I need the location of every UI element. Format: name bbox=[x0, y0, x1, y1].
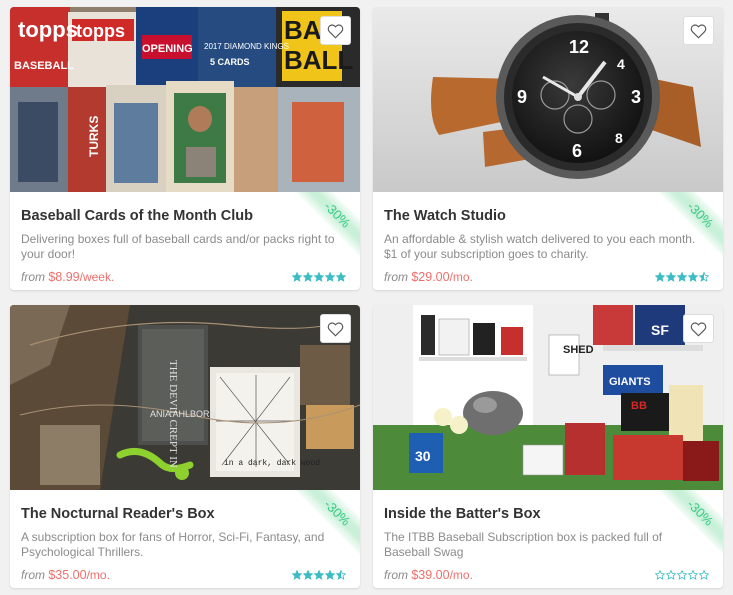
card-body: The Watch Studio An affordable & stylish… bbox=[384, 192, 709, 290]
favorite-button[interactable] bbox=[683, 16, 714, 45]
watch-numeral: 3 bbox=[631, 87, 641, 107]
card-body: Baseball Cards of the Month Club Deliver… bbox=[21, 192, 346, 290]
star-half-icon bbox=[699, 272, 709, 282]
product-price: from $39.00/mo. bbox=[384, 568, 473, 582]
baseball-cards-photo[interactable]: topps topps BASEBALL OPENING 2017 DIAMON… bbox=[10, 7, 360, 192]
star-rating bbox=[292, 272, 346, 282]
product-logo-text: BB bbox=[631, 400, 647, 412]
baseball-cards-illustration: topps topps BASEBALL OPENING 2017 DIAMON… bbox=[10, 7, 360, 192]
price-period: /mo. bbox=[449, 270, 473, 284]
books-illustration: THE DEVIL CREPT IN ANIA AHLBORN in a dar… bbox=[10, 305, 360, 490]
star-full-icon bbox=[336, 272, 346, 282]
star-empty-icon bbox=[666, 570, 676, 580]
heart-icon bbox=[327, 23, 344, 39]
baseball-gear-illustration: SHED GIANTS SF 30 BB bbox=[373, 305, 723, 490]
price-period: /mo. bbox=[449, 568, 473, 582]
product-card[interactable]: 12 3 9 6 4 8 -30% The Watch Studio An af… bbox=[373, 7, 723, 290]
card-logo-text: BASEBALL bbox=[14, 60, 74, 72]
star-rating bbox=[655, 570, 709, 580]
book-author-text: ANIA AHLBORN bbox=[150, 409, 216, 419]
star-empty-icon bbox=[699, 570, 709, 580]
product-card[interactable]: THE DEVIL CREPT IN ANIA AHLBORN in a dar… bbox=[10, 305, 360, 588]
star-full-icon bbox=[325, 272, 335, 282]
star-rating bbox=[292, 570, 346, 580]
book-title-text: in a dark, dark wood bbox=[224, 459, 320, 468]
wristwatch-photo[interactable]: 12 3 9 6 4 8 bbox=[373, 7, 723, 192]
star-empty-icon bbox=[688, 570, 698, 580]
product-logo-text: 30 bbox=[415, 448, 431, 464]
favorite-button[interactable] bbox=[320, 16, 351, 45]
price-period: /mo. bbox=[86, 568, 110, 582]
product-card[interactable]: SHED GIANTS SF 30 BB -30% Inside the Bat… bbox=[373, 305, 723, 588]
product-title[interactable]: The Watch Studio bbox=[384, 208, 506, 224]
product-price: from $35.00/mo. bbox=[21, 568, 110, 582]
product-title[interactable]: Baseball Cards of the Month Club bbox=[21, 208, 253, 224]
star-full-icon bbox=[314, 570, 324, 580]
price-amount: $39.00 bbox=[411, 568, 450, 582]
star-full-icon bbox=[325, 570, 335, 580]
star-empty-icon bbox=[655, 570, 665, 580]
product-price: from $8.99/week. bbox=[21, 270, 114, 284]
price-amount: $29.00 bbox=[411, 270, 450, 284]
star-full-icon bbox=[688, 272, 698, 282]
watch-illustration: 12 3 9 6 4 8 bbox=[373, 7, 723, 192]
star-full-icon bbox=[677, 272, 687, 282]
star-half-icon bbox=[336, 570, 346, 580]
star-full-icon bbox=[292, 272, 302, 282]
favorite-button[interactable] bbox=[683, 314, 714, 343]
watch-numeral: 8 bbox=[615, 130, 623, 146]
price-from-label: from bbox=[384, 568, 408, 582]
baseball-gear-photo[interactable]: SHED GIANTS SF 30 BB bbox=[373, 305, 723, 490]
star-full-icon bbox=[303, 272, 313, 282]
star-full-icon bbox=[292, 570, 302, 580]
product-description: A subscription box for fans of Horror, S… bbox=[21, 530, 325, 559]
card-logo-text: topps bbox=[18, 17, 78, 42]
favorite-button[interactable] bbox=[320, 314, 351, 343]
price-from-label: from bbox=[21, 270, 45, 284]
price-from-label: from bbox=[21, 568, 45, 582]
books-box-photo[interactable]: THE DEVIL CREPT IN ANIA AHLBORN in a dar… bbox=[10, 305, 360, 490]
star-full-icon bbox=[666, 272, 676, 282]
star-full-icon bbox=[655, 272, 665, 282]
product-logo-text: SF bbox=[651, 322, 669, 338]
card-body: Inside the Batter's Box The ITBB Basebal… bbox=[384, 490, 709, 588]
product-card[interactable]: topps topps BASEBALL OPENING 2017 DIAMON… bbox=[10, 7, 360, 290]
card-logo-text: OPENING bbox=[142, 43, 193, 55]
card-body: The Nocturnal Reader's Box A subscriptio… bbox=[21, 490, 346, 588]
price-amount: $35.00 bbox=[48, 568, 87, 582]
card-logo-text: TURKS bbox=[87, 116, 101, 157]
star-empty-icon bbox=[677, 570, 687, 580]
heart-icon bbox=[690, 23, 707, 39]
product-description: The ITBB Baseball Subscription box is pa… bbox=[384, 530, 663, 559]
product-title[interactable]: The Nocturnal Reader's Box bbox=[21, 506, 215, 522]
heart-icon bbox=[327, 321, 344, 337]
product-grid: topps topps BASEBALL OPENING 2017 DIAMON… bbox=[0, 0, 733, 595]
product-description: An affordable & stylish watch delivered … bbox=[384, 232, 696, 261]
watch-numeral: 6 bbox=[572, 141, 582, 161]
price-amount: $8.99 bbox=[48, 270, 80, 284]
product-title[interactable]: Inside the Batter's Box bbox=[384, 506, 541, 522]
product-price: from $29.00/mo. bbox=[384, 270, 473, 284]
price-from-label: from bbox=[384, 270, 408, 284]
card-logo-text: 2017 DIAMOND KINGS bbox=[204, 42, 289, 51]
price-period: /week. bbox=[79, 270, 115, 284]
star-rating bbox=[655, 272, 709, 282]
star-full-icon bbox=[314, 272, 324, 282]
product-description: Delivering boxes full of baseball cards … bbox=[21, 232, 335, 261]
watch-numeral: 9 bbox=[517, 87, 527, 107]
card-logo-text: 5 CARDS bbox=[210, 57, 250, 67]
watch-numeral: 12 bbox=[569, 37, 589, 57]
card-logo-text: BALL bbox=[284, 45, 353, 75]
star-full-icon bbox=[303, 570, 313, 580]
product-logo-text: GIANTS bbox=[609, 376, 651, 388]
card-logo-text: topps bbox=[76, 21, 125, 41]
heart-icon bbox=[690, 321, 707, 337]
product-logo-text: SHED bbox=[563, 344, 594, 356]
watch-numeral: 4 bbox=[617, 56, 625, 72]
